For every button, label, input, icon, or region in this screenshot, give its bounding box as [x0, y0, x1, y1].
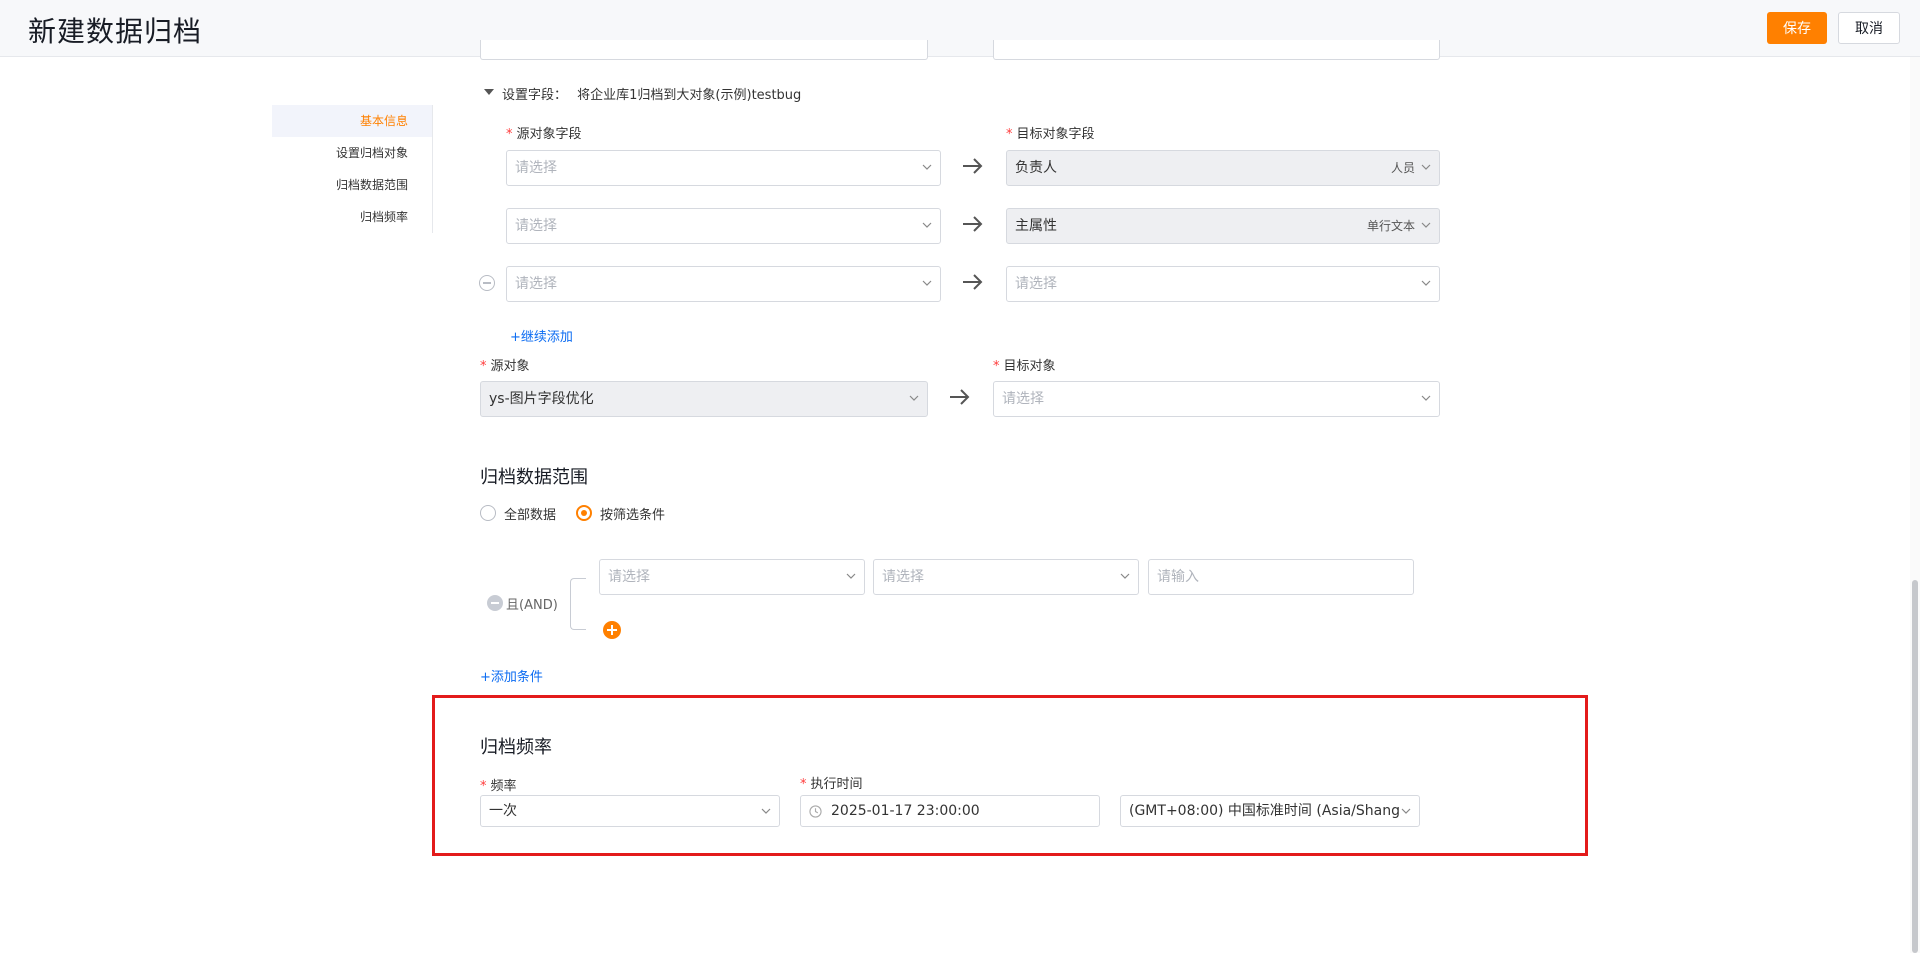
- chevron-down-icon: [1421, 280, 1431, 286]
- remove-row-icon[interactable]: [479, 275, 495, 291]
- chevron-down-icon: [922, 164, 932, 170]
- source-field-select-3[interactable]: 请选择: [506, 266, 941, 302]
- partial-target-input[interactable]: [993, 40, 1440, 60]
- anchor-nav: 基本信息 设置归档对象 归档数据范围 归档频率: [272, 105, 433, 233]
- condition-field-select[interactable]: 请选择: [599, 559, 865, 595]
- save-button[interactable]: 保存: [1767, 12, 1827, 44]
- source-object-value: ys-图片字段优化: [489, 391, 594, 407]
- field-mapping-subtitle: 将企业库1归档到大对象(示例)testbug: [577, 88, 802, 103]
- target-field-select-1[interactable]: 负责人 人员: [1006, 150, 1440, 186]
- logic-bracket: [570, 578, 586, 630]
- exec-time-picker[interactable]: 2025-01-17 23:00:00: [800, 795, 1100, 827]
- add-condition-link[interactable]: +添加条件: [480, 666, 543, 685]
- timezone-value: (GMT+08:00) 中国标准时间 (Asia/Shangha: [1129, 803, 1399, 819]
- condition-field-placeholder: 请选择: [608, 569, 650, 585]
- field-mapping-title: 设置字段： 将企业库1归档到大对象(示例)testbug: [502, 84, 801, 103]
- condition-value-input[interactable]: 请输入: [1148, 559, 1414, 595]
- target-field-value-2: 主属性: [1015, 218, 1057, 234]
- source-object-label-text: 源对象: [490, 359, 530, 374]
- target-object-select[interactable]: 请选择: [993, 381, 1440, 417]
- source-field-label: * 源对象字段: [506, 127, 582, 142]
- chevron-down-icon: [909, 395, 919, 401]
- field-type-tag-1: 人员: [1390, 161, 1415, 175]
- add-sub-condition-icon[interactable]: [603, 621, 621, 639]
- condition-value-placeholder: 请输入: [1157, 569, 1199, 585]
- arrow-right-icon: [963, 274, 983, 290]
- radio-all-data-label[interactable]: 全部数据: [504, 504, 556, 523]
- nav-item-archive-object[interactable]: 设置归档对象: [272, 137, 432, 169]
- chevron-down-icon: [846, 573, 856, 579]
- frequency-select[interactable]: 一次: [480, 795, 780, 827]
- exec-time-value: 2025-01-17 23:00:00: [831, 803, 980, 819]
- frequency-label-text: 频率: [490, 779, 517, 794]
- frequency-value: 一次: [489, 803, 517, 819]
- exec-time-label: * 执行时间: [800, 777, 863, 792]
- page-scrollbar-thumb[interactable]: [1912, 580, 1918, 953]
- chevron-down-icon: [1421, 164, 1431, 170]
- target-object-label: * 目标对象: [993, 359, 1056, 374]
- page-title: 新建数据归档: [28, 15, 203, 48]
- chevron-down-icon: [922, 222, 932, 228]
- highlight-frame: [432, 695, 1588, 856]
- source-field-label-text: 源对象字段: [516, 127, 582, 142]
- target-field-label: * 目标对象字段: [1006, 127, 1095, 142]
- nav-item-basic-info[interactable]: 基本信息: [272, 105, 432, 137]
- source-field-placeholder-3: 请选择: [515, 276, 557, 292]
- source-object-select[interactable]: ys-图片字段优化: [480, 381, 928, 417]
- field-type-tag-2: 单行文本: [1366, 219, 1415, 233]
- radio-by-filter[interactable]: [576, 505, 592, 521]
- source-field-select-1[interactable]: 请选择: [506, 150, 941, 186]
- add-more-link[interactable]: +继续添加: [510, 326, 573, 345]
- frequency-label: * 频率: [480, 779, 517, 794]
- arrow-right-icon: [963, 216, 983, 232]
- target-field-placeholder-3: 请选择: [1015, 276, 1057, 292]
- target-field-select-3[interactable]: 请选择: [1006, 266, 1440, 302]
- condition-operator-placeholder: 请选择: [882, 569, 924, 585]
- nav-item-archive-frequency[interactable]: 归档频率: [272, 201, 432, 233]
- chevron-down-icon: [922, 280, 932, 286]
- arrow-right-icon: [963, 158, 983, 174]
- source-object-label: * 源对象: [480, 359, 530, 374]
- cancel-button[interactable]: 取消: [1838, 12, 1900, 44]
- arrow-right-icon: [950, 389, 970, 405]
- timezone-select[interactable]: (GMT+08:00) 中国标准时间 (Asia/Shangha: [1120, 795, 1420, 827]
- radio-all-data[interactable]: [480, 505, 496, 521]
- logic-and-label[interactable]: 且(AND): [506, 594, 558, 613]
- chevron-down-icon: [761, 808, 771, 814]
- target-object-placeholder: 请选择: [1002, 391, 1044, 407]
- scope-section-title: 归档数据范围: [480, 467, 588, 488]
- chevron-down-icon: [1401, 808, 1411, 814]
- nav-item-archive-scope[interactable]: 归档数据范围: [272, 169, 432, 201]
- target-object-label-text: 目标对象: [1003, 359, 1056, 374]
- radio-by-filter-label[interactable]: 按筛选条件: [600, 504, 665, 523]
- source-field-placeholder-2: 请选择: [515, 218, 557, 234]
- partial-source-input[interactable]: [480, 40, 928, 60]
- chevron-down-icon: [1120, 573, 1130, 579]
- exec-time-label-text: 执行时间: [810, 777, 863, 792]
- field-mapping-title-text: 设置字段：: [502, 88, 568, 103]
- page-header: 新建数据归档 保存 取消: [0, 0, 1920, 57]
- chevron-down-icon: [1421, 395, 1431, 401]
- target-field-value-1: 负责人: [1015, 160, 1057, 176]
- clock-icon: [809, 805, 822, 818]
- condition-operator-select[interactable]: 请选择: [873, 559, 1139, 595]
- source-field-select-2[interactable]: 请选择: [506, 208, 941, 244]
- collapse-caret-icon[interactable]: [484, 89, 494, 95]
- target-field-label-text: 目标对象字段: [1016, 127, 1095, 142]
- chevron-down-icon: [1421, 222, 1431, 228]
- remove-group-icon[interactable]: [487, 595, 503, 611]
- target-field-select-2[interactable]: 主属性 单行文本: [1006, 208, 1440, 244]
- frequency-section-title: 归档频率: [480, 737, 552, 758]
- source-field-placeholder-1: 请选择: [515, 160, 557, 176]
